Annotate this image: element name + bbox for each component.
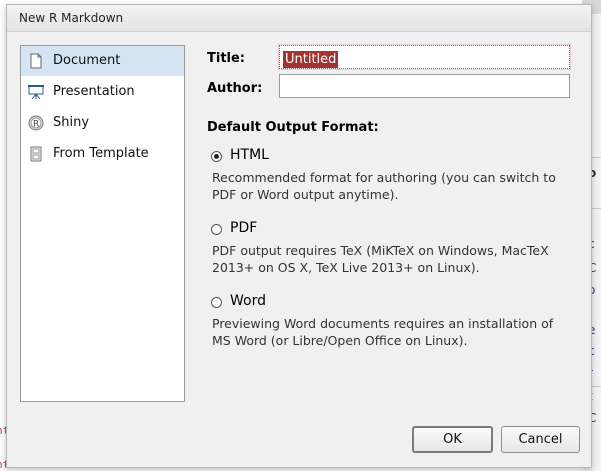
title-label: Title: xyxy=(207,51,246,66)
sidebar-item-label: Shiny xyxy=(53,115,90,130)
new-r-markdown-dialog: New R Markdown Document Presentation R S… xyxy=(6,4,592,468)
ok-button[interactable]: OK xyxy=(412,426,493,453)
sidebar-item-document[interactable]: Document xyxy=(21,46,184,76)
sidebar-item-shiny[interactable]: R Shiny xyxy=(21,108,184,138)
radio-pdf[interactable] xyxy=(211,224,222,235)
dialog-titlebar[interactable]: New R Markdown xyxy=(7,5,591,32)
sidebar-item-from-template[interactable]: From Template xyxy=(21,139,184,169)
pdf-description: PDF output requires TeX (MiKTeX on Windo… xyxy=(212,243,549,275)
sidebar-item-label: Document xyxy=(53,53,121,68)
radio-pdf-label[interactable]: PDF xyxy=(230,220,257,236)
radio-html-label[interactable]: HTML xyxy=(230,147,269,163)
author-label: Author: xyxy=(207,81,263,96)
sidebar-item-label: Presentation xyxy=(53,84,135,99)
template-icon xyxy=(28,146,44,162)
dialog-title: New R Markdown xyxy=(19,11,124,25)
html-description: Recommended format for authoring (you ca… xyxy=(212,170,556,202)
template-type-list: Document Presentation R Shiny From Templ… xyxy=(20,45,185,402)
shiny-icon: R xyxy=(28,115,44,131)
svg-text:R: R xyxy=(33,120,39,130)
radio-html[interactable] xyxy=(211,151,222,162)
title-input-selected-text: Untitled xyxy=(283,51,339,68)
word-description: Previewing Word documents requires an in… xyxy=(212,316,554,348)
radio-word-label[interactable]: Word xyxy=(230,293,266,309)
sidebar-item-presentation[interactable]: Presentation xyxy=(21,77,184,107)
cancel-button[interactable]: Cancel xyxy=(501,426,580,453)
author-input[interactable] xyxy=(279,74,570,98)
sidebar-item-label: From Template xyxy=(53,146,149,161)
radio-word[interactable] xyxy=(211,297,222,308)
document-icon xyxy=(28,53,44,69)
default-output-format-heading: Default Output Format: xyxy=(207,120,379,135)
presentation-icon xyxy=(28,84,44,100)
